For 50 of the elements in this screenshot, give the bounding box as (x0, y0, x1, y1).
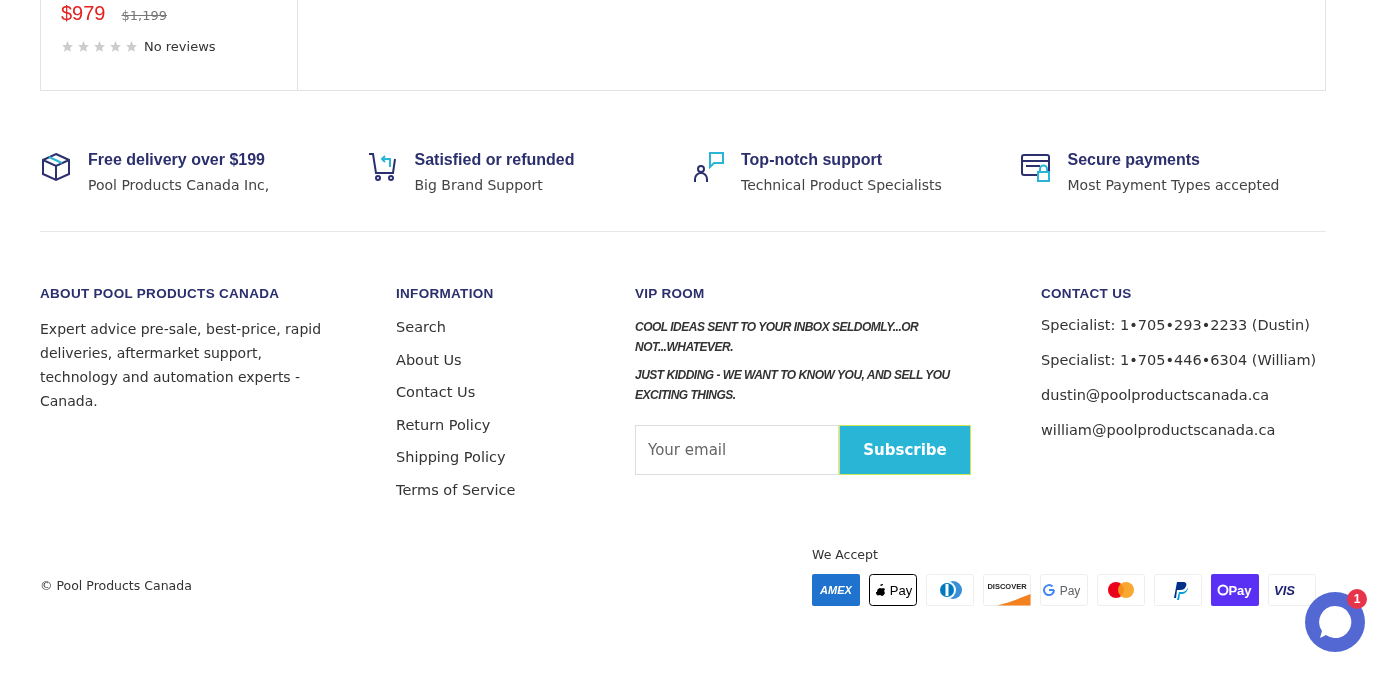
footer-link[interactable]: Terms of Service (396, 479, 635, 501)
feature-title: Free delivery over $199 (88, 151, 266, 169)
box-icon (40, 151, 72, 183)
person-chat-icon (693, 151, 725, 183)
card-lock-icon (1019, 151, 1052, 183)
star-icon (61, 40, 74, 53)
sale-price: $979 (61, 2, 106, 25)
feature-title: Secure payments (1067, 151, 1201, 169)
chat-button[interactable] (1305, 592, 1365, 652)
visa-logo: VIS (1268, 574, 1316, 606)
column-heading: VIP ROOM (635, 286, 706, 301)
contact-line: Specialist: 1•705•293•2233 (Dustin) (1041, 316, 1311, 335)
column-heading: INFORMATION (396, 286, 495, 301)
payments-heading: We Accept (812, 547, 879, 562)
newsletter-text: COOL IDEAS SENT TO YOUR INBOX SELDOMLY...OR NOT...WHATEVER. (635, 319, 920, 356)
contact-line: william@poolproductscanada.ca (1041, 421, 1277, 440)
footer-link[interactable]: Return Policy (396, 414, 635, 436)
star-icon (109, 40, 122, 53)
cart-icon (366, 151, 399, 183)
feature-text: Big Brand Support (414, 177, 544, 193)
notification-badge: 1 (1347, 589, 1367, 609)
copyright-text: © Pool Products Canada (40, 578, 192, 593)
email-field[interactable]: Your email (635, 425, 839, 475)
newsletter-text: JUST KIDDING - WE WANT TO KNOW YOU, AND SELL YOU EXCITING THINGS. (635, 367, 952, 404)
google-pay-logo: Pay (1040, 574, 1088, 606)
column-heading: CONTACT US (1041, 286, 1133, 301)
mastercard-logo (1097, 574, 1145, 606)
feature-text: Most Payment Types accepted (1067, 177, 1280, 193)
contact-line: Specialist: 1•705•446•6304 (William) (1041, 351, 1318, 370)
shop-pay-logo: Pay (1211, 574, 1259, 606)
paypal-logo (1154, 574, 1202, 606)
reviews-count: No reviews (144, 39, 216, 54)
amex-logo: AMEX (812, 574, 860, 606)
diners-club-logo (926, 574, 974, 606)
feature-text: Pool Products Canada Inc, (88, 177, 270, 193)
apple-pay-logo: Pay (869, 574, 917, 606)
feature-title: Top-notch support (741, 151, 883, 169)
contact-line: dustin@poolproductscanada.ca (1041, 386, 1271, 405)
column-heading: ABOUT POOL PRODUCTS CANADA (40, 286, 281, 301)
feature-title: Satisfied or refunded (414, 151, 575, 169)
star-icon (125, 40, 138, 53)
compare-price: $1,199 (121, 8, 167, 23)
footer-link[interactable]: Shipping Policy (396, 447, 635, 469)
footer-link[interactable]: About Us (396, 349, 635, 371)
star-icon (77, 40, 90, 53)
footer-link[interactable]: Search (396, 317, 635, 339)
footer-link[interactable]: Contact Us (396, 382, 635, 404)
feature-text: Technical Product Specialists (741, 177, 942, 193)
star-icon (93, 40, 106, 53)
about-text: Expert advice pre-sale, best-price, rapid deliveries, aftermarket support, technology and automation experts - Canada. (40, 320, 323, 411)
